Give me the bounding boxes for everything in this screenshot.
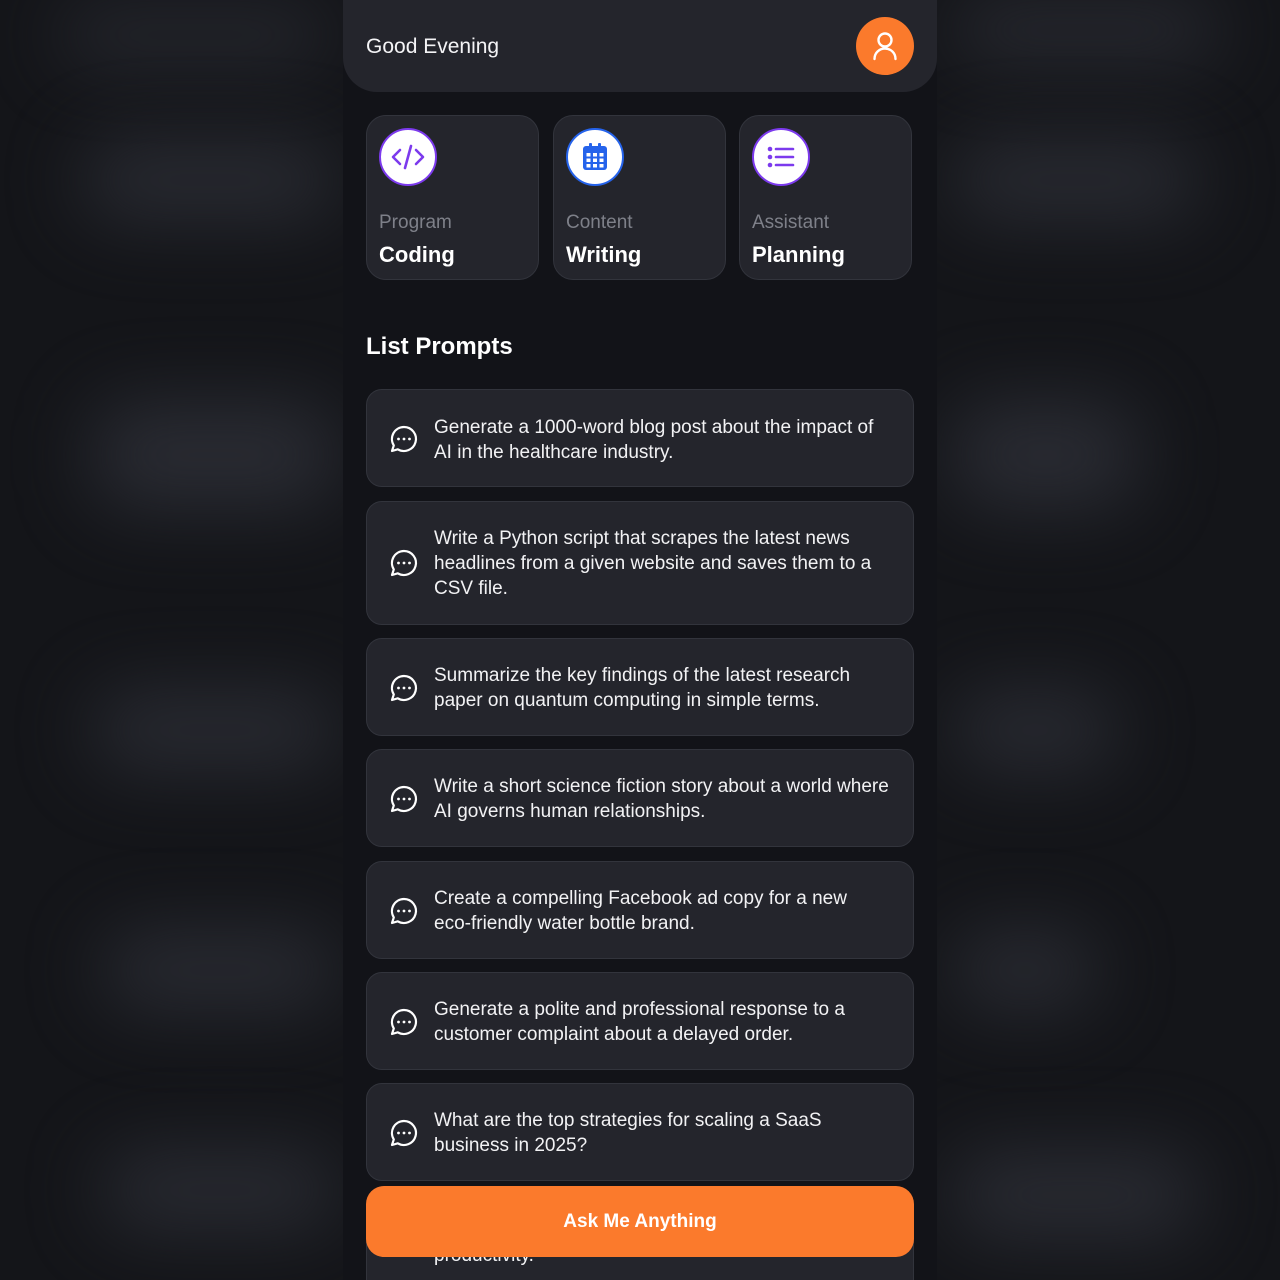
chat-bubble-icon [390, 674, 418, 702]
chat-bubble-icon [390, 549, 418, 577]
calendar-icon [566, 128, 624, 186]
category-title: Planning [752, 242, 845, 267]
category-title: Writing [566, 242, 642, 267]
prompt-item[interactable]: Generate a polite and professional respo… [366, 972, 914, 1070]
chat-bubble-icon [390, 785, 418, 813]
category-card-coding[interactable]: Program Coding [366, 115, 539, 280]
section-title: List Prompts [366, 333, 513, 360]
ask-me-anything-button[interactable]: Ask Me Anything [366, 1186, 914, 1257]
app-screen: Good Evening Program Coding Content Writ… [343, 0, 937, 1280]
code-icon [379, 128, 437, 186]
header: Good Evening [343, 0, 937, 92]
chat-bubble-icon [390, 897, 418, 925]
avatar-button[interactable] [856, 17, 914, 75]
category-card-writing[interactable]: Content Writing [553, 115, 726, 280]
prompt-text: Write a Python script that scrapes the l… [434, 528, 872, 599]
prompt-item[interactable]: Write a short science fiction story abou… [366, 749, 914, 847]
category-card-planning[interactable]: Assistant Planning [739, 115, 912, 280]
chat-bubble-icon [390, 1008, 418, 1036]
category-cards: Program Coding Content Writing Assistant… [366, 115, 914, 282]
prompt-text: Summarize the key findings of the latest… [434, 665, 851, 711]
prompt-item[interactable]: Create a compelling Facebook ad copy for… [366, 861, 914, 959]
prompt-text: Write a short science fiction story abou… [434, 776, 889, 822]
prompt-text: Generate a 1000-word blog post about the… [434, 417, 874, 463]
greeting: Good Evening [366, 35, 500, 58]
category-subtitle: Content [566, 212, 633, 233]
prompt-item[interactable]: Summarize the key findings of the latest… [366, 638, 914, 736]
prompt-item[interactable]: What are the top strategies for scaling … [366, 1083, 914, 1181]
list-icon [752, 128, 810, 186]
user-icon [873, 32, 897, 61]
prompt-item[interactable]: Generate a 1000-word blog post about the… [366, 389, 914, 487]
category-subtitle: Assistant [752, 212, 830, 233]
category-subtitle: Program [379, 212, 452, 233]
chat-bubble-icon [390, 1119, 418, 1147]
prompt-text: Create a compelling Facebook ad copy for… [434, 888, 847, 934]
prompt-item[interactable]: Write a Python script that scrapes the l… [366, 501, 914, 625]
category-title: Coding [379, 242, 455, 267]
prompt-text: Generate a polite and professional respo… [434, 999, 845, 1045]
prompt-text: What are the top strategies for scaling … [434, 1110, 822, 1156]
chat-bubble-icon [390, 425, 418, 453]
